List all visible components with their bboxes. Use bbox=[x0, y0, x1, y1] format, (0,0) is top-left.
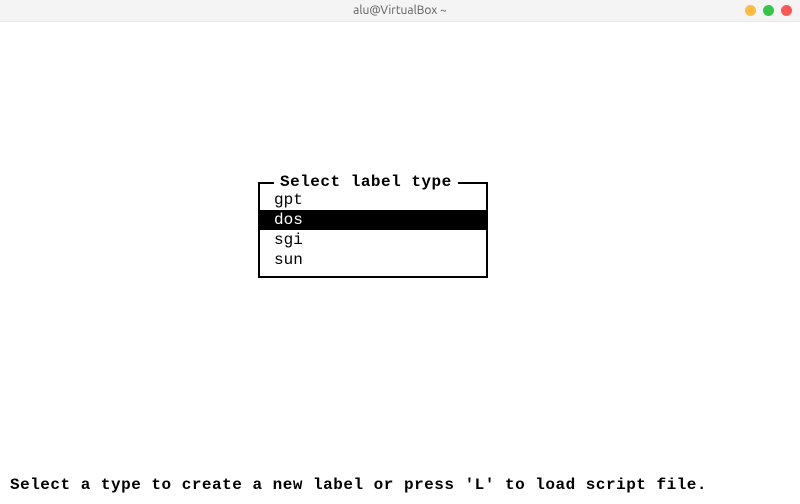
maximize-icon[interactable] bbox=[763, 5, 774, 16]
terminal-content: Select label type gpt dos sgi sun Select… bbox=[0, 22, 800, 504]
minimize-icon[interactable] bbox=[745, 5, 756, 16]
label-type-dialog: Select label type gpt dos sgi sun bbox=[258, 182, 488, 278]
label-option-sun[interactable]: sun bbox=[260, 250, 486, 270]
window-title: alu@VirtualBox ~ bbox=[353, 4, 447, 17]
dialog-items: gpt dos sgi sun bbox=[260, 184, 486, 276]
dialog-title: Select label type bbox=[274, 172, 458, 192]
label-option-dos[interactable]: dos bbox=[260, 210, 486, 230]
label-option-sgi[interactable]: sgi bbox=[260, 230, 486, 250]
hint-text: Select a type to create a new label or p… bbox=[10, 476, 707, 494]
close-icon[interactable] bbox=[781, 5, 792, 16]
window-controls bbox=[745, 5, 792, 16]
titlebar: alu@VirtualBox ~ bbox=[0, 0, 800, 22]
label-option-gpt[interactable]: gpt bbox=[260, 190, 486, 210]
